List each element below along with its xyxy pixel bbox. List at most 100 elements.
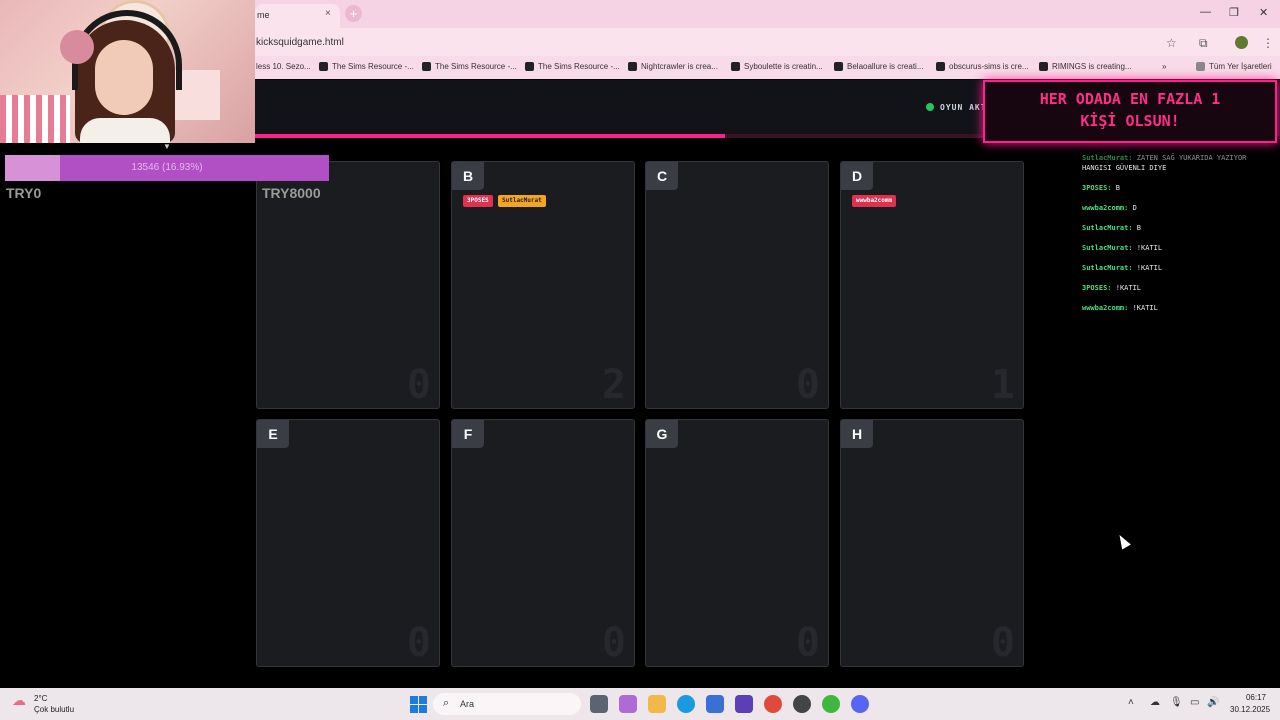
extensions-icon[interactable]: ⧉ [1199, 36, 1208, 51]
room-count: 0 [406, 362, 431, 408]
chat-message: wwwba2comm: D [1082, 204, 1137, 212]
patreon-icon [1039, 62, 1048, 72]
patreon-icon [834, 62, 843, 72]
room-letter: H [841, 420, 873, 448]
chat-message: wwwba2comm: !KATIL [1082, 304, 1158, 312]
bookmark-item[interactable]: The Sims Resource -... [319, 62, 414, 72]
room-count: 0 [990, 620, 1015, 666]
discord-icon[interactable] [851, 695, 869, 713]
goal-target-label: TRY8000 [262, 185, 321, 201]
rule-banner: HER ODADA EN FAZLA 1 KİŞİ OLSUN! [983, 80, 1277, 143]
room-d[interactable]: D wwwba2comm 1 [840, 161, 1024, 409]
goal-start-label: TRY0 [6, 185, 42, 201]
chair [0, 95, 70, 143]
room-letter: F [452, 420, 484, 448]
bookmark-item[interactable]: The Sims Resource -... [422, 62, 517, 72]
folder-icon [1196, 62, 1205, 72]
app-icon[interactable] [822, 695, 840, 713]
patreon-icon [628, 62, 637, 72]
star-icon[interactable]: ☆ [1166, 36, 1177, 50]
rule-line-1: HER ODADA EN FAZLA 1 [1039, 90, 1221, 108]
game-status: OYUN AKT [940, 103, 987, 112]
bookmark-item[interactable]: RIMINGS is creating... [1039, 62, 1132, 72]
bookmark-item[interactable]: Nightcrawler is crea... [628, 62, 718, 72]
room-letter: B [452, 162, 484, 190]
donation-goal-text: 13546 (16.93%) [131, 162, 203, 173]
room-letter: C [646, 162, 678, 190]
chrome-icon[interactable] [764, 695, 782, 713]
bookmark-item[interactable]: less 10. Sezo... [256, 62, 311, 71]
tray-chevron-icon[interactable]: ˄ [1128, 697, 1134, 708]
clock-time[interactable]: 06:17 [1230, 693, 1266, 702]
chat-message: SutlacMurat: !KATIL [1082, 244, 1163, 252]
room-letter: G [646, 420, 678, 448]
taskbar [0, 688, 1280, 720]
room-letter: E [257, 420, 289, 448]
store-icon[interactable] [706, 695, 724, 713]
task-view-icon[interactable] [590, 695, 608, 713]
clock-date[interactable]: 30.12.2025 [1230, 705, 1270, 714]
patreon-icon [936, 62, 945, 72]
room-count: 0 [406, 620, 431, 666]
vs-icon[interactable] [735, 695, 753, 713]
network-icon[interactable]: ▭ [1190, 697, 1199, 708]
obs-icon[interactable] [793, 695, 811, 713]
taskbar-search[interactable] [433, 693, 581, 715]
bookmark-item[interactable]: obscurus-sims is cre... [936, 62, 1029, 72]
streamer-logo [60, 30, 94, 64]
room-e[interactable]: E 0 [256, 419, 440, 667]
patreon-icon [731, 62, 740, 72]
bookmark-item[interactable]: Syboulette is creatin... [731, 62, 823, 72]
down-arrow-icon: ▼ [163, 142, 171, 151]
bookmarks-more-icon[interactable]: » [1162, 62, 1166, 71]
mouse-cursor [1115, 532, 1131, 550]
copilot-icon[interactable] [619, 695, 637, 713]
room-g[interactable]: G 0 [645, 419, 829, 667]
volume-icon[interactable]: 🔊 [1207, 697, 1219, 708]
room-h[interactable]: H 0 [840, 419, 1024, 667]
tab-close-icon[interactable]: × [325, 8, 331, 19]
url-field[interactable]: kicksquidgame.html [256, 37, 344, 48]
player-tag: 3POSES [463, 195, 493, 207]
room-count: 1 [990, 362, 1015, 408]
microphone-icon[interactable]: 🎙 [1170, 697, 1183, 708]
chat-message: SutlacMurat: !KATIL [1082, 264, 1163, 272]
status-indicator-dot [926, 103, 934, 111]
start-icon[interactable] [410, 696, 427, 713]
minimize-icon[interactable]: — [1200, 6, 1211, 18]
webcam-feed [0, 0, 255, 143]
weather-description[interactable]: Çok bulutlu [34, 705, 74, 714]
onedrive-icon[interactable]: ☁ [1150, 697, 1160, 708]
room-count: 0 [795, 362, 820, 408]
new-tab-button[interactable]: + [345, 5, 362, 22]
chat-message: 3POSES: !KATIL [1082, 284, 1142, 292]
room-f[interactable]: F 0 [451, 419, 635, 667]
rule-line-2: KİŞİ OLSUN! [1080, 112, 1180, 130]
bookmark-item[interactable]: The Sims Resource -... [525, 62, 620, 72]
player-tag: SutlacMurat [498, 195, 546, 207]
player-tag: wwwba2comm [852, 195, 897, 207]
tsr-icon [525, 62, 534, 72]
bookmark-item[interactable]: Belaoallure is creati... [834, 62, 923, 72]
weather-temperature[interactable]: 2°C [34, 694, 47, 703]
file-explorer-icon[interactable] [648, 695, 666, 713]
all-bookmarks-link[interactable]: Tüm Yer İşaretleri [1196, 62, 1272, 72]
chat-message: SutlacMurat: B [1082, 224, 1142, 232]
tab-title: me [257, 10, 270, 20]
edge-icon[interactable] [677, 695, 695, 713]
room-b[interactable]: B 3POSES SutlacMurat 2 [451, 161, 635, 409]
tsr-icon [319, 62, 328, 72]
restore-icon[interactable]: ❐ [1229, 6, 1239, 19]
room-c[interactable]: C 0 [645, 161, 829, 409]
weather-cloud-icon[interactable]: ☁ [12, 692, 26, 709]
chat-message: SutlacMurat: ZATEN SAĞ YUKARIDA YAZIYOR [1082, 154, 1247, 162]
menu-icon[interactable]: ⋮ [1262, 36, 1274, 50]
search-placeholder: Ara [460, 699, 475, 709]
tsr-icon [422, 62, 431, 72]
room-count: 0 [601, 620, 626, 666]
streamer-body [80, 118, 170, 143]
profile-avatar[interactable] [1235, 36, 1248, 49]
room-count: 2 [601, 362, 626, 408]
timer-progress-fill [255, 134, 725, 138]
close-window-icon[interactable]: ✕ [1259, 6, 1268, 19]
